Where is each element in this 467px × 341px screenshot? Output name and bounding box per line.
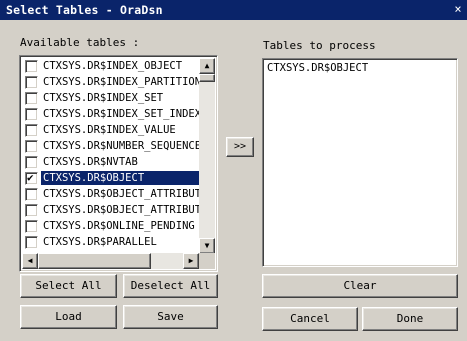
table-name: CTXSYS.DR$PARALLEL [43, 236, 157, 248]
checkbox[interactable]: ✔ [25, 171, 38, 185]
process-list-item[interactable]: CTXSYS.DR$OBJECT [267, 62, 368, 74]
table-name: CTXSYS.DR$ONLINE_PENDING [43, 220, 195, 232]
checkbox[interactable] [25, 220, 38, 233]
select-all-button[interactable]: Select All [20, 274, 117, 298]
move-arrows-icon: >> [233, 141, 247, 152]
horizontal-scrollbar[interactable]: ◀ ▶ [22, 253, 199, 269]
scroll-up-icon[interactable]: ▲ [199, 58, 215, 74]
done-button[interactable]: Done [362, 307, 458, 331]
table-name: CTXSYS.DR$OBJECT_ATTRIBUTE [43, 188, 200, 200]
checkbox[interactable] [25, 188, 38, 201]
list-item[interactable]: CTXSYS.DR$PARALLEL [22, 234, 200, 250]
scroll-down-icon[interactable]: ▼ [199, 238, 215, 254]
list-item[interactable]: CTXSYS.DR$INDEX_SET [22, 90, 200, 106]
vertical-scrollbar[interactable]: ▲ ▼ [199, 58, 215, 254]
save-button[interactable]: Save [123, 305, 218, 329]
table-name: CTXSYS.DR$INDEX_SET [43, 92, 164, 104]
available-tables-items: CTXSYS.DR$INDEX_OBJECT CTXSYS.DR$INDEX_PA… [22, 58, 200, 254]
cancel-button[interactable]: Cancel [262, 307, 358, 331]
checkbox[interactable] [25, 108, 38, 121]
checkbox[interactable] [25, 204, 38, 217]
available-tables-label: Available tables : [20, 36, 140, 49]
table-name: CTXSYS.DR$NUMBER_SEQUENCE [43, 140, 200, 152]
table-name: CTXSYS.DR$INDEX_VALUE [43, 124, 176, 136]
horizontal-scroll-thumb[interactable] [38, 253, 151, 269]
select-tables-dialog: Select Tables - OraDsn × Available table… [0, 0, 467, 341]
move-to-process-button[interactable]: >> [226, 137, 254, 157]
list-item[interactable]: CTXSYS.DR$INDEX_VALUE [22, 122, 200, 138]
list-item[interactable]: CTXSYS.DR$NUMBER_SEQUENCE [22, 138, 200, 154]
window-title: Select Tables - OraDsn [6, 3, 163, 17]
checkbox[interactable] [25, 60, 38, 73]
list-item[interactable]: CTXSYS.DR$INDEX_PARTITION [22, 74, 200, 90]
available-tables-list: CTXSYS.DR$INDEX_OBJECT CTXSYS.DR$INDEX_PA… [19, 55, 218, 272]
table-name: CTXSYS.DR$INDEX_PARTITION [43, 76, 200, 88]
scroll-right-icon[interactable]: ▶ [183, 253, 199, 269]
table-name: CTXSYS.DR$OBJECT [41, 171, 200, 185]
tables-to-process-label: Tables to process [263, 39, 376, 52]
scrollbar-corner [199, 253, 215, 269]
load-button[interactable]: Load [20, 305, 117, 329]
checkbox[interactable] [25, 124, 38, 137]
table-name: CTXSYS.DR$OBJECT_ATTRIBUTE_ [43, 204, 200, 216]
deselect-all-button[interactable]: Deselect All [123, 274, 218, 298]
table-name: CTXSYS.DR$INDEX_OBJECT [43, 60, 183, 72]
list-item[interactable]: CTXSYS.DR$OBJECT_ATTRIBUTE [22, 186, 200, 202]
list-item[interactable]: CTXSYS.DR$INDEX_OBJECT [22, 58, 200, 74]
checkmark-icon: ✔ [27, 171, 34, 184]
vertical-scroll-thumb[interactable] [199, 74, 215, 82]
list-item[interactable]: CTXSYS.DR$OBJECT_ATTRIBUTE_ [22, 202, 200, 218]
list-item[interactable]: CTXSYS.DR$INDEX_SET_INDEX [22, 106, 200, 122]
checkbox[interactable] [25, 140, 38, 153]
table-name: CTXSYS.DR$NVTAB [43, 156, 138, 168]
checkbox[interactable] [25, 236, 38, 249]
scroll-left-icon[interactable]: ◀ [22, 253, 38, 269]
list-item[interactable]: CTXSYS.DR$ONLINE_PENDING [22, 218, 200, 234]
checkbox[interactable] [25, 92, 38, 105]
checkbox[interactable] [25, 156, 38, 169]
clear-button[interactable]: Clear [262, 274, 458, 298]
checkbox[interactable] [25, 76, 38, 89]
list-item[interactable]: ✔ CTXSYS.DR$OBJECT [22, 170, 200, 186]
title-bar[interactable]: Select Tables - OraDsn × [0, 0, 467, 20]
list-item[interactable]: CTXSYS.DR$NVTAB [22, 154, 200, 170]
table-name: CTXSYS.DR$INDEX_SET_INDEX [43, 108, 200, 120]
tables-to-process-list: CTXSYS.DR$OBJECT [262, 58, 458, 267]
close-icon[interactable]: × [451, 2, 465, 17]
